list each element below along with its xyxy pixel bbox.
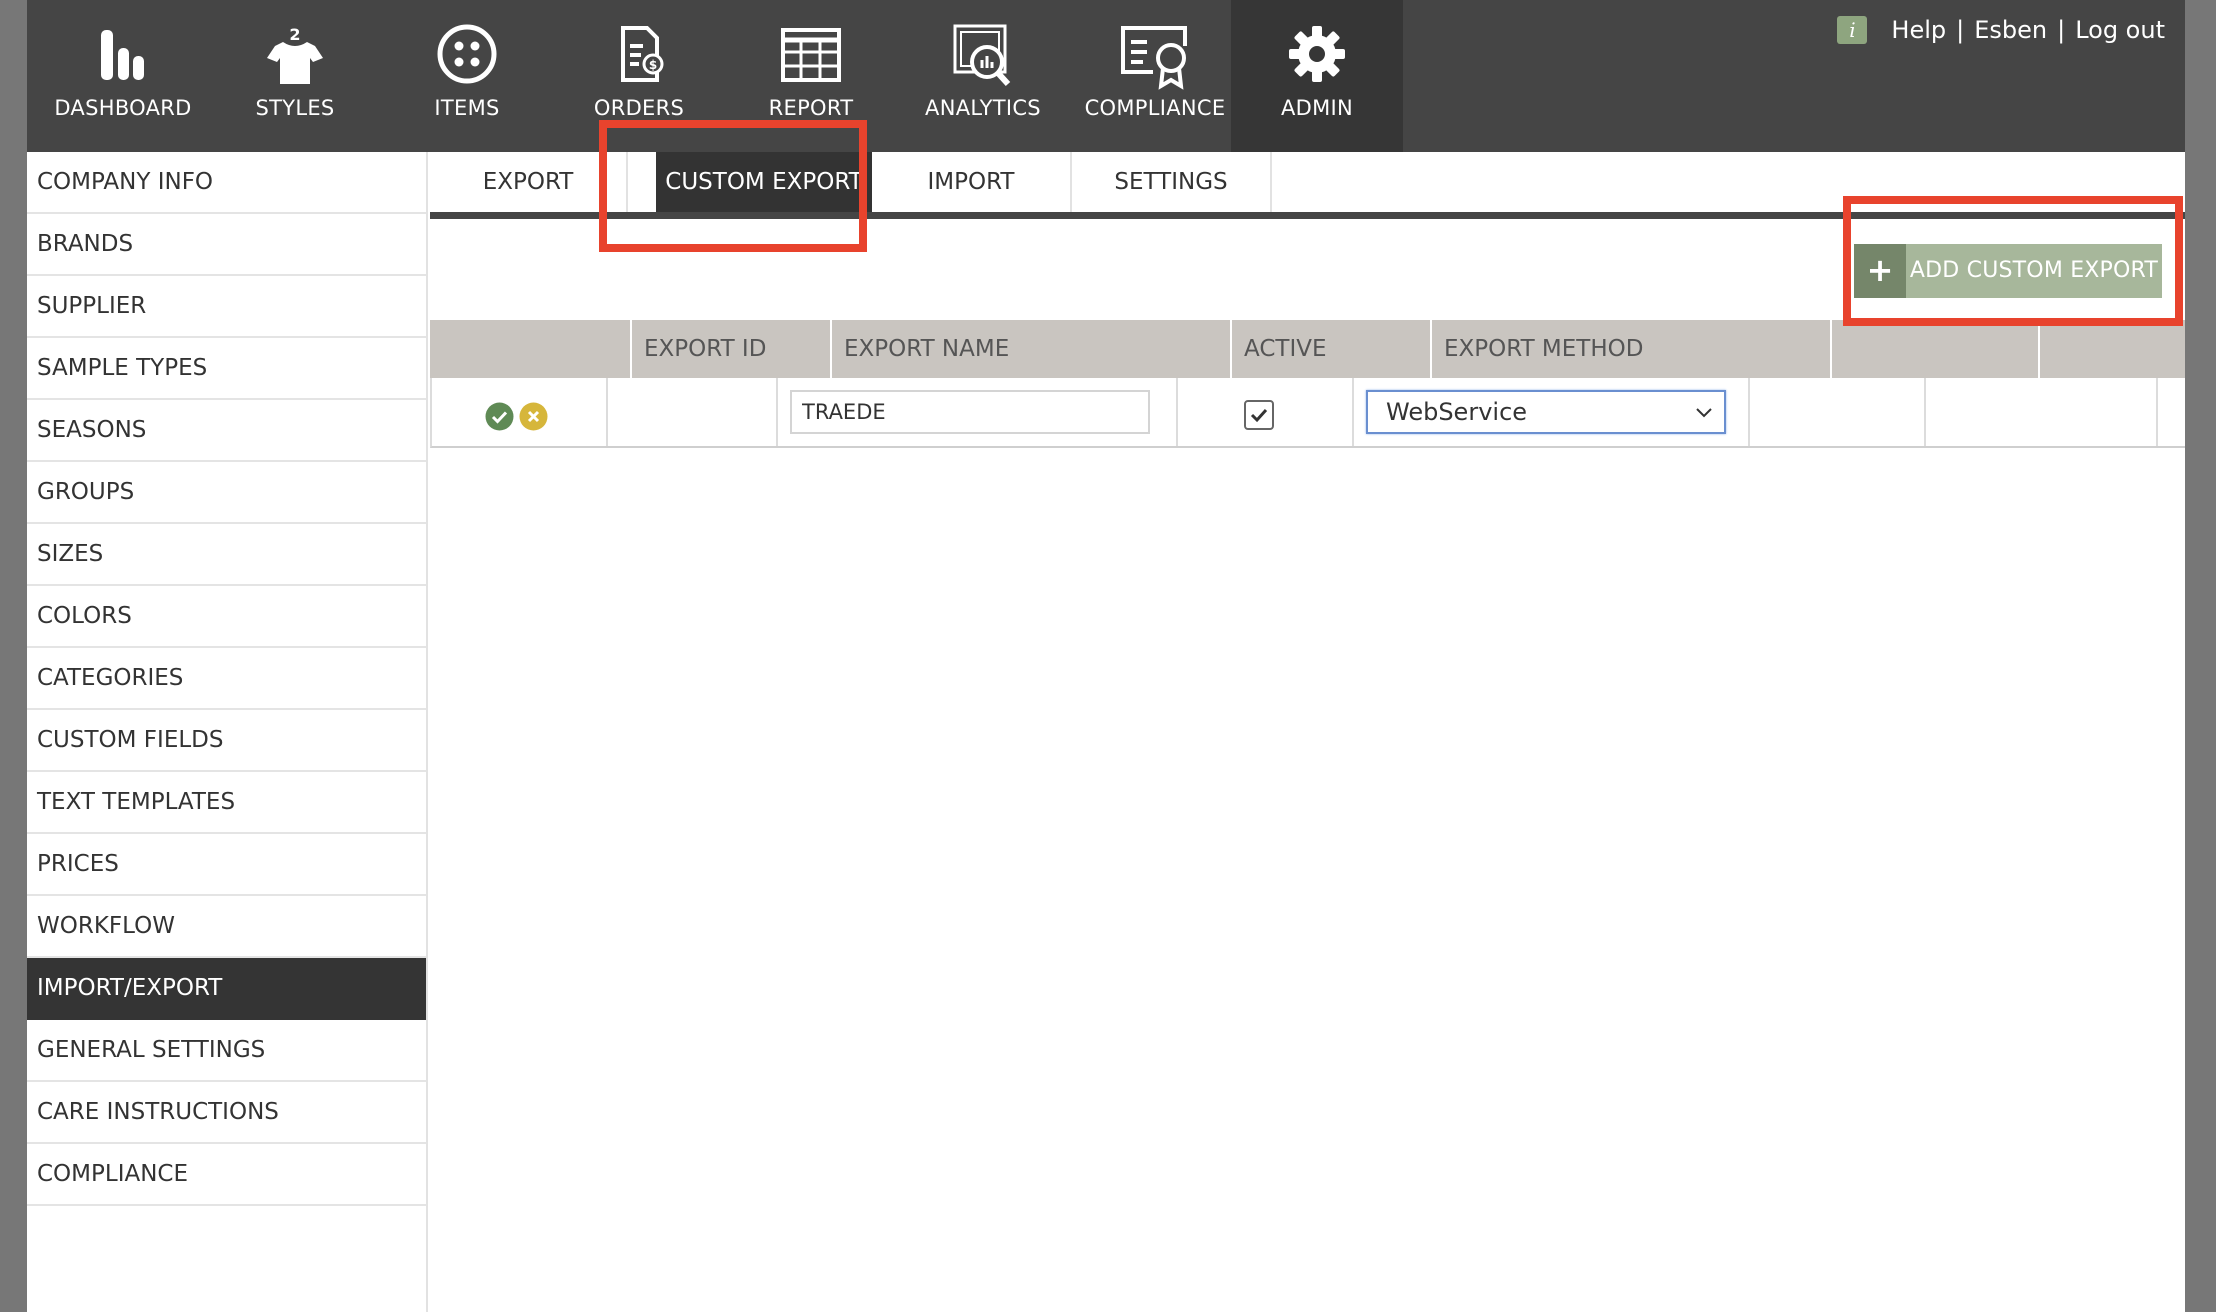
table-row: WebService (430, 378, 2185, 448)
nav-orders-label: ORDERS (593, 96, 685, 120)
sidebar-item-compliance[interactable]: COMPLIANCE (27, 1144, 426, 1206)
sidebar-item-company-info[interactable]: COMPANY INFO (27, 152, 426, 214)
tab-bar: EXPORT CUSTOM EXPORT IMPORT SETTINGS (430, 152, 2185, 219)
nav-styles-label: STYLES (255, 96, 335, 120)
add-custom-export-button[interactable]: + ADD CUSTOM EXPORT (1854, 244, 2162, 298)
sidebar-item-general-settings[interactable]: GENERAL SETTINGS (27, 1020, 426, 1082)
header-blank (2038, 320, 2185, 378)
row-export-method-cell: WebService (1354, 378, 1750, 446)
header-export-method[interactable]: EXPORT METHOD (1430, 320, 1830, 378)
user-name-link[interactable]: Esben (1974, 16, 2047, 44)
tab-import[interactable]: IMPORT (872, 152, 1072, 212)
tshirt-icon: 2 (253, 22, 337, 90)
add-custom-export-label: ADD CUSTOM EXPORT (1909, 258, 2159, 283)
row-blank-cell (1750, 378, 1926, 446)
certificate-icon (1113, 22, 1197, 90)
row-actions-cell (432, 378, 608, 446)
nav-analytics[interactable]: ANALYTICS (897, 0, 1069, 152)
nav-compliance-label: COMPLIANCE (1084, 96, 1226, 120)
app-window: DASHBOARD 2 STYLES ITEMS $ ORDERS REPORT (27, 0, 2185, 1312)
sidebar-item-custom-fields[interactable]: CUSTOM FIELDS (27, 710, 426, 772)
nav-report[interactable]: REPORT (725, 0, 897, 152)
logout-link[interactable]: Log out (2075, 16, 2165, 44)
invoice-icon: $ (597, 22, 681, 90)
plus-icon: + (1854, 244, 1906, 298)
row-export-name-cell (778, 378, 1178, 446)
sidebar-item-colors[interactable]: COLORS (27, 586, 426, 648)
separator: | (1956, 16, 1965, 44)
header-export-id[interactable]: EXPORT ID (630, 320, 830, 378)
nav-analytics-label: ANALYTICS (925, 96, 1041, 120)
header-actions (430, 320, 630, 378)
export-name-input[interactable] (790, 390, 1150, 434)
nav-admin-label: ADMIN (1280, 96, 1354, 120)
table-header: EXPORT ID EXPORT NAME ACTIVE EXPORT METH… (430, 320, 2185, 378)
row-export-id-cell (608, 378, 778, 446)
gear-icon (1275, 22, 1359, 90)
user-menu: i Help | Esben | Log out (1837, 14, 2165, 46)
header-export-name[interactable]: EXPORT NAME (830, 320, 1230, 378)
bar-chart-icon (81, 22, 165, 90)
main-content: EXPORT CUSTOM EXPORT IMPORT SETTINGS + A… (430, 152, 2185, 1312)
active-checkbox[interactable] (1244, 400, 1274, 430)
sidebar-item-sizes[interactable]: SIZES (27, 524, 426, 586)
sidebar-item-sample-types[interactable]: SAMPLE TYPES (27, 338, 426, 400)
nav-report-label: REPORT (768, 96, 854, 120)
sidebar-item-import-export[interactable]: IMPORT/EXPORT (27, 958, 426, 1020)
nav-items-label: ITEMS (434, 96, 500, 120)
sidebar-item-groups[interactable]: GROUPS (27, 462, 426, 524)
sidebar-item-brands[interactable]: BRANDS (27, 214, 426, 276)
help-link[interactable]: Help (1891, 16, 1946, 44)
header-blank (1830, 320, 2038, 378)
header-active[interactable]: ACTIVE (1230, 320, 1430, 378)
tab-settings[interactable]: SETTINGS (1072, 152, 1272, 212)
sidebar-item-seasons[interactable]: SEASONS (27, 400, 426, 462)
nav-items[interactable]: ITEMS (381, 0, 553, 152)
sidebar-item-prices[interactable]: PRICES (27, 834, 426, 896)
nav-dashboard-label: DASHBOARD (54, 96, 192, 120)
tab-export[interactable]: EXPORT (430, 152, 628, 212)
export-method-select[interactable]: WebService (1366, 390, 1726, 434)
info-icon[interactable]: i (1837, 16, 1868, 44)
svg-text:$: $ (649, 58, 657, 72)
svg-text:2: 2 (289, 25, 300, 44)
sidebar-item-supplier[interactable]: SUPPLIER (27, 276, 426, 338)
save-check-icon[interactable] (485, 402, 514, 431)
button-icon (425, 22, 509, 90)
nav-styles[interactable]: 2 STYLES (209, 0, 381, 152)
tab-custom-export[interactable]: CUSTOM EXPORT (656, 152, 872, 212)
chevron-down-icon (1696, 408, 1712, 418)
row-blank-cell (1926, 378, 2158, 446)
sidebar: COMPANY INFO BRANDS SUPPLIER SAMPLE TYPE… (27, 152, 428, 1312)
nav-admin[interactable]: ADMIN (1231, 0, 1403, 152)
nav-dashboard[interactable]: DASHBOARD (37, 0, 209, 152)
separator: | (2057, 16, 2066, 44)
nav-orders[interactable]: $ ORDERS (553, 0, 725, 152)
table-grid-icon (769, 22, 853, 90)
row-active-cell (1178, 378, 1354, 446)
top-navigation: DASHBOARD 2 STYLES ITEMS $ ORDERS REPORT (27, 0, 2185, 152)
nav-compliance[interactable]: COMPLIANCE (1069, 0, 1241, 152)
tab-underline (430, 212, 2185, 219)
export-method-value: WebService (1386, 398, 1528, 426)
sidebar-item-workflow[interactable]: WORKFLOW (27, 896, 426, 958)
sidebar-item-text-templates[interactable]: TEXT TEMPLATES (27, 772, 426, 834)
sidebar-item-categories[interactable]: CATEGORIES (27, 648, 426, 710)
sidebar-item-care-instructions[interactable]: CARE INSTRUCTIONS (27, 1082, 426, 1144)
magnifier-chart-icon (941, 22, 1025, 90)
cancel-x-icon[interactable] (519, 402, 548, 431)
